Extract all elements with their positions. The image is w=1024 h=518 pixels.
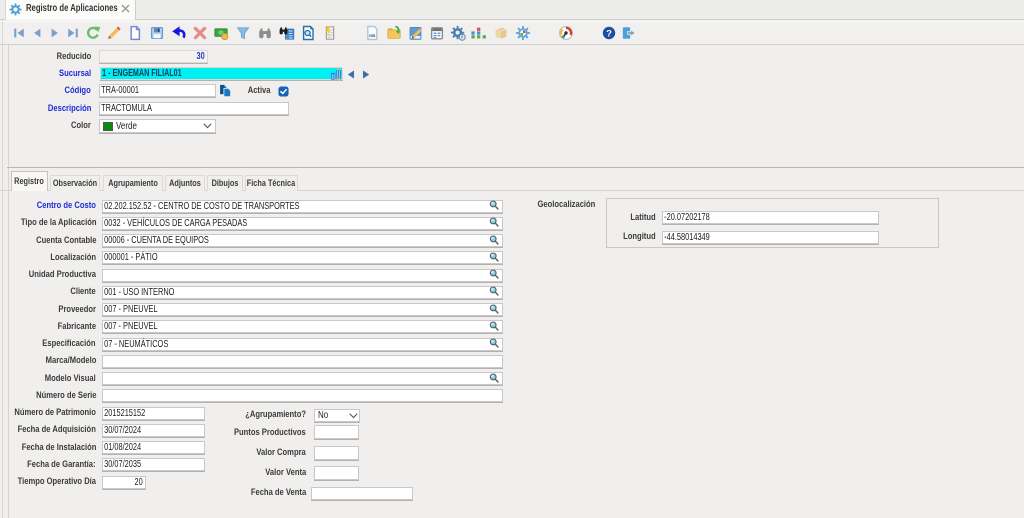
svg-text:HIS: HIS [369,34,376,38]
svg-text:?: ? [606,28,612,39]
